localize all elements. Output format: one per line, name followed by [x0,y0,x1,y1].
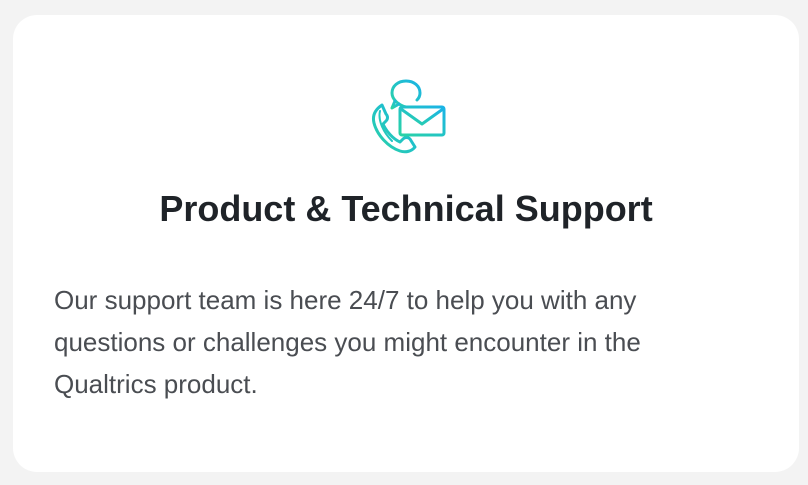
card-title: Product & Technical Support [159,188,653,229]
card-description: Our support team is here 24/7 to help yo… [54,285,641,399]
phone-chat-mail-icon [368,79,448,155]
support-card: Product & Technical Support Our support … [13,15,799,472]
